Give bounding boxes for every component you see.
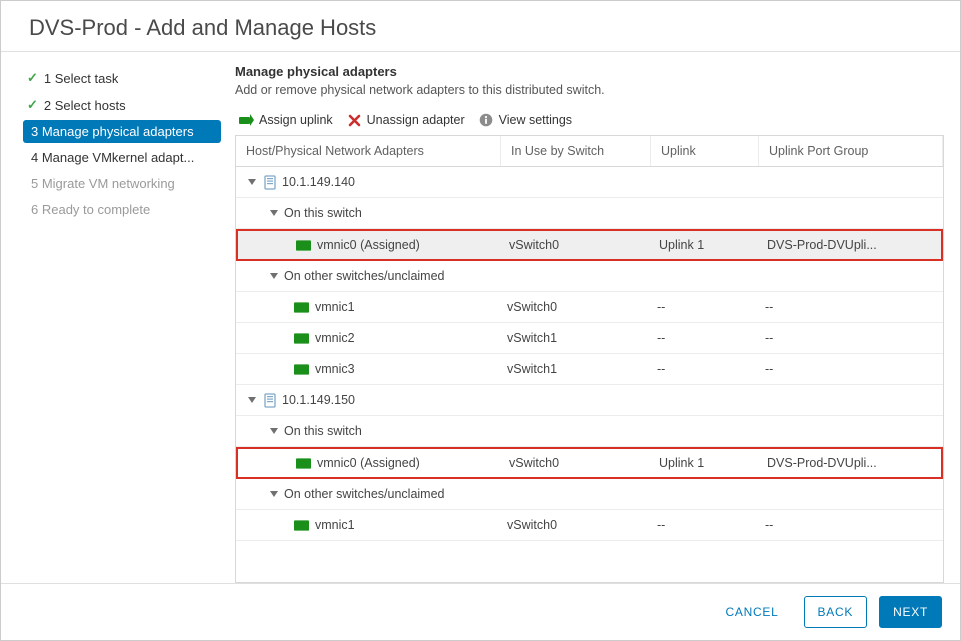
adapter-row[interactable]: vmnic0 (Assigned) vSwitch0 Uplink 1 DVS-…: [236, 447, 943, 479]
assign-uplink-icon: [239, 113, 254, 127]
host-name: 10.1.149.150: [282, 393, 355, 407]
host-row[interactable]: 10.1.149.140: [236, 167, 943, 198]
wizard-steps: ✓ 1 Select task ✓ 2 Select hosts 3 Manag…: [1, 52, 231, 583]
chevron-down-icon[interactable]: [246, 176, 258, 188]
adapter-portgroup: DVS-Prod-DVUpli...: [761, 231, 941, 259]
grid-header: Host/Physical Network Adapters In Use by…: [236, 136, 943, 167]
adapter-inuse: vSwitch0: [503, 231, 653, 259]
nic-icon: [294, 362, 309, 376]
adapter-uplink: Uplink 1: [653, 231, 761, 259]
nic-icon: [294, 331, 309, 345]
col-header-uplink[interactable]: Uplink: [651, 136, 759, 166]
nic-icon: [294, 300, 309, 314]
adapter-name: vmnic3: [315, 362, 355, 376]
adapter-row[interactable]: vmnic1 vSwitch0 -- --: [236, 292, 943, 323]
group-label: On other switches/unclaimed: [284, 269, 445, 283]
group-row[interactable]: On other switches/unclaimed: [236, 261, 943, 292]
section-subtitle: Add or remove physical network adapters …: [235, 83, 944, 97]
col-header-inuse[interactable]: In Use by Switch: [501, 136, 651, 166]
chevron-down-icon[interactable]: [268, 488, 280, 500]
group-label: On other switches/unclaimed: [284, 487, 445, 501]
host-name: 10.1.149.140: [282, 175, 355, 189]
step-3[interactable]: 3 Manage physical adapters: [23, 120, 221, 143]
cancel-button[interactable]: CANCEL: [713, 597, 792, 627]
view-settings-button[interactable]: View settings: [479, 113, 572, 127]
adapter-row[interactable]: vmnic2 vSwitch1 -- --: [236, 323, 943, 354]
dialog-footer: CANCEL BACK NEXT: [1, 583, 960, 640]
chevron-down-icon[interactable]: [268, 270, 280, 282]
adapter-name: vmnic0 (Assigned): [317, 456, 420, 470]
check-icon: ✓: [27, 70, 38, 86]
next-button[interactable]: NEXT: [879, 596, 942, 628]
grid-body[interactable]: 10.1.149.140 On this switch vmnic0 (Assi…: [236, 167, 943, 582]
group-label: On this switch: [284, 424, 362, 438]
nic-icon: [296, 238, 311, 252]
check-icon: ✓: [27, 97, 38, 113]
adapter-name: vmnic2: [315, 331, 355, 345]
group-row[interactable]: On other switches/unclaimed: [236, 479, 943, 510]
dialog-title: DVS-Prod - Add and Manage Hosts: [1, 1, 960, 52]
step-6: 6 Ready to complete: [23, 198, 221, 221]
group-row[interactable]: On this switch: [236, 416, 943, 447]
unassign-icon: [347, 113, 362, 127]
nic-icon: [294, 518, 309, 532]
info-icon: [479, 113, 494, 127]
toolbar: Assign uplink Unassign adapter View sett…: [235, 109, 944, 135]
adapter-name: vmnic1: [315, 518, 355, 532]
step-5: 5 Migrate VM networking: [23, 172, 221, 195]
adapter-row[interactable]: vmnic0 (Assigned) vSwitch0 Uplink 1 DVS-…: [236, 229, 943, 261]
group-label: On this switch: [284, 206, 362, 220]
step-2[interactable]: ✓ 2 Select hosts: [23, 93, 221, 117]
wizard-dialog: DVS-Prod - Add and Manage Hosts ✓ 1 Sele…: [0, 0, 961, 641]
host-icon: [262, 175, 277, 189]
adapter-row[interactable]: vmnic1 vSwitch0 -- --: [236, 510, 943, 541]
assign-uplink-button[interactable]: Assign uplink: [239, 113, 333, 127]
chevron-down-icon[interactable]: [268, 207, 280, 219]
step-1[interactable]: ✓ 1 Select task: [23, 66, 221, 90]
adapter-name: vmnic1: [315, 300, 355, 314]
content-pane: Manage physical adapters Add or remove p…: [231, 52, 960, 583]
adapter-grid: Host/Physical Network Adapters In Use by…: [235, 135, 944, 583]
nic-icon: [296, 456, 311, 470]
back-button[interactable]: BACK: [804, 596, 868, 628]
section-title: Manage physical adapters: [235, 64, 944, 79]
chevron-down-icon[interactable]: [246, 394, 258, 406]
col-header-portgroup[interactable]: Uplink Port Group: [759, 136, 943, 166]
group-row[interactable]: On this switch: [236, 198, 943, 229]
adapter-row[interactable]: vmnic3 vSwitch1 -- --: [236, 354, 943, 385]
chevron-down-icon[interactable]: [268, 425, 280, 437]
dialog-body: ✓ 1 Select task ✓ 2 Select hosts 3 Manag…: [1, 52, 960, 583]
host-row[interactable]: 10.1.149.150: [236, 385, 943, 416]
adapter-name: vmnic0 (Assigned): [317, 238, 420, 252]
col-header-adapter[interactable]: Host/Physical Network Adapters: [236, 136, 501, 166]
unassign-adapter-button[interactable]: Unassign adapter: [347, 113, 465, 127]
step-4[interactable]: 4 Manage VMkernel adapt...: [23, 146, 221, 169]
host-icon: [262, 393, 277, 407]
